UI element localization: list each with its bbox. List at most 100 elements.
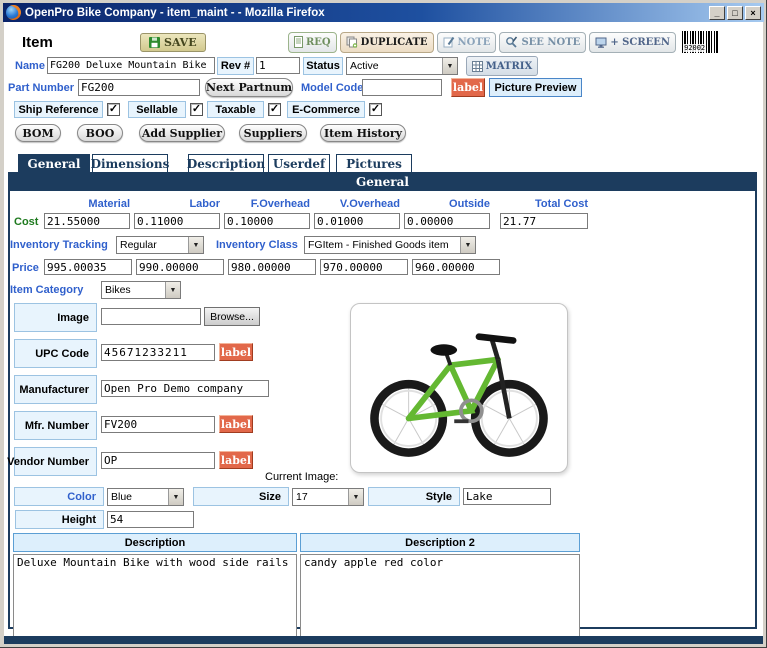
minimize-button[interactable]: _ [709,6,725,20]
dropdown-arrow-icon: ▼ [348,489,363,505]
model-code-input[interactable] [362,79,442,96]
save-button[interactable]: SAVE [140,33,206,52]
style-label: Style [368,487,460,506]
screen-icon [595,37,607,48]
page-content: Item SAVE REQ DUPLICATE NOTE SEE NOTE [4,22,763,644]
inventory-class-select[interactable]: FGItem - Finished Goods item ▼ [304,236,476,254]
req-button-label: REQ [306,37,331,48]
cost-foverhead-input[interactable] [224,213,310,229]
description2-textarea[interactable]: candy apple red color [300,554,580,640]
see-note-button-label: SEE NOTE [521,37,580,48]
inventory-class-value: FGItem - Finished Goods item [305,239,460,251]
inventory-tracking-select[interactable]: Regular ▼ [116,236,204,254]
taxable-checkbox[interactable]: ✓ [268,103,281,116]
tab-userdef[interactable]: Userdef [268,154,330,172]
cost-col-labor: Labor [134,198,220,210]
color-label: Color [14,487,104,506]
price-label: Price [12,262,39,274]
manufacturer-input[interactable] [101,380,269,397]
price-5-input[interactable] [412,259,500,275]
req-button[interactable]: REQ [288,32,337,53]
image-file-input[interactable] [101,308,201,325]
note-pencil-icon [443,36,455,48]
height-label: Height [15,510,104,529]
price-3-input[interactable] [228,259,316,275]
ship-reference-checkbox[interactable]: ✓ [107,103,120,116]
matrix-button[interactable]: MATRIX [466,56,538,76]
tab-general[interactable]: General [18,154,90,172]
cost-voverhead-input[interactable] [314,213,400,229]
save-floppy-icon [149,37,160,48]
cost-material-input[interactable] [44,213,130,229]
description-textarea[interactable]: Deluxe Mountain Bike with wood side rail… [13,554,297,640]
price-1-input[interactable] [44,259,132,275]
cost-col-material: Material [44,198,130,210]
cost-labor-input[interactable] [134,213,220,229]
sellable-checkbox[interactable]: ✓ [190,103,203,116]
description-header: Description [13,533,297,552]
req-doc-icon [294,36,303,48]
record-toolbar: REQ DUPLICATE NOTE SEE NOTE + SCREEN 920… [288,31,718,53]
add-screen-button[interactable]: + SCREEN [589,32,676,53]
note-button[interactable]: NOTE [437,32,497,53]
vendor-label-button[interactable]: label [219,451,253,469]
close-button[interactable]: × [745,6,761,20]
browse-button[interactable]: Browse... [204,307,260,326]
height-input[interactable] [107,511,194,528]
status-select[interactable]: Active ▼ [346,57,458,75]
vendor-number-input[interactable] [101,452,215,469]
ecommerce-checkbox[interactable]: ✓ [369,103,382,116]
model-label-button[interactable]: label [451,78,485,97]
name-input[interactable] [47,57,215,74]
cost-total-input[interactable] [500,213,588,229]
firefox-icon [6,5,21,20]
cost-outside-input[interactable] [404,213,490,229]
rev-input[interactable] [256,57,300,74]
ecommerce-label: E-Commerce [287,101,365,118]
size-label: Size [193,487,289,506]
item-category-select[interactable]: Bikes ▼ [101,281,181,299]
duplicate-button[interactable]: DUPLICATE [340,32,434,53]
see-note-icon [505,36,518,48]
name-label: Name [15,60,45,72]
upc-label-button[interactable]: label [219,343,253,361]
price-4-input[interactable] [320,259,408,275]
boo-button[interactable]: BOO [77,124,123,142]
bom-button[interactable]: BOM [15,124,61,142]
part-number-input[interactable] [78,79,200,96]
tab-pictures[interactable]: Pictures [336,154,412,172]
color-select[interactable]: Blue ▼ [107,488,184,506]
mfr-label-button[interactable]: label [219,415,253,433]
see-note-button[interactable]: SEE NOTE [499,32,586,53]
image-label: Image [14,303,97,332]
dropdown-arrow-icon: ▼ [460,237,475,253]
tab-dimensions[interactable]: Dimensions [92,154,168,172]
add-supplier-button[interactable]: Add Supplier [139,124,225,142]
size-select[interactable]: 17 ▼ [292,488,364,506]
bike-image [359,312,559,464]
size-select-value: 17 [293,491,348,503]
window-title: OpenPro Bike Company - item_maint - - Mo… [25,7,705,19]
price-2-input[interactable] [136,259,224,275]
page-title: Item [22,34,53,51]
maximize-button[interactable]: □ [727,6,743,20]
duplicate-button-label: DUPLICATE [361,37,428,48]
taxable-label: Taxable [207,101,264,118]
window-titlebar: OpenPro Bike Company - item_maint - - Mo… [3,3,764,22]
suppliers-button[interactable]: Suppliers [239,124,307,142]
matrix-grid-icon [472,61,483,72]
model-code-label: Model Code [301,82,363,94]
picture-preview-button[interactable]: Picture Preview [489,78,582,97]
manufacturer-label: Manufacturer [14,375,97,404]
mfr-number-label: Mfr. Number [14,411,97,440]
item-history-button[interactable]: Item History [320,124,406,142]
tab-description[interactable]: Description [188,154,264,172]
current-image-caption: Current Image: [265,471,338,483]
next-partnum-button[interactable]: Next Partnum [205,78,293,97]
mfr-number-input[interactable] [101,416,215,433]
vendor-number-label: Vendor Number [14,447,97,476]
upc-code-input[interactable] [101,344,215,361]
dropdown-arrow-icon: ▼ [188,237,203,253]
style-input[interactable] [463,488,551,505]
cost-col-voverhead: V.Overhead [314,198,400,210]
